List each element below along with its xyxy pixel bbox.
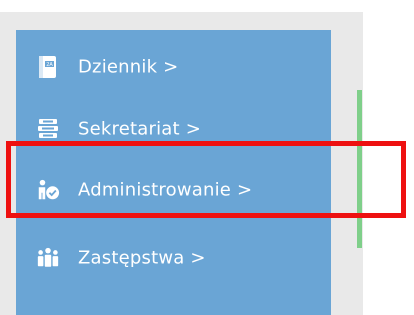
administration-icon [36,178,60,202]
screen: 2A Dziennik > Sekretariat > Administrowa… [0,0,414,315]
menu-item-label: Sekretariat > [78,118,201,140]
side-menu: 2A Dziennik > Sekretariat > Administrowa… [16,30,331,315]
menu-item-dziennik[interactable]: 2A Dziennik > [16,38,331,96]
menu-item-zastepstwa[interactable]: Zastępstwa > [16,229,331,287]
menu-item-label: Administrowanie > [78,179,253,201]
journal-icon: 2A [36,55,60,79]
menu-item-administrowanie[interactable]: Administrowanie > [16,161,331,219]
svg-text:2A: 2A [46,62,53,68]
substitutions-icon [36,246,60,270]
scrollbar[interactable] [357,90,362,248]
menu-item-sekretariat[interactable]: Sekretariat > [16,100,331,158]
menu-item-label: Dziennik > [78,56,179,78]
secretariat-icon [36,117,60,141]
menu-item-label: Zastępstwa > [78,247,206,269]
